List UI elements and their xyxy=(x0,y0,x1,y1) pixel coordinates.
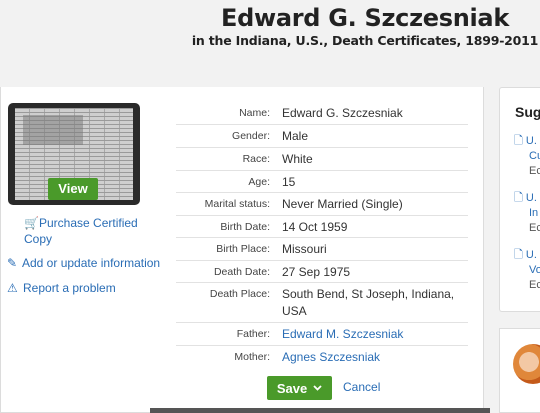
field-label: Birth Place: xyxy=(216,243,270,255)
page-title: Edward G. Szczesniak xyxy=(221,4,509,32)
field-label: Death Place: xyxy=(209,288,270,300)
suggestion-item[interactable]: 🗋 U. In Ec xyxy=(514,191,540,236)
chevron-down-icon xyxy=(313,385,322,391)
field-value: Male xyxy=(282,129,309,143)
field-label: Marital status: xyxy=(204,198,270,210)
table-row: Birth Place: Missouri xyxy=(176,238,468,261)
field-label: Race: xyxy=(242,153,270,165)
table-row: Birth Date: 14 Oct 1959 xyxy=(176,216,468,238)
field-label: Gender: xyxy=(232,130,270,142)
field-value: Edward G. Szczesniak xyxy=(282,106,403,120)
table-row: Death Place: South Bend, St Joseph, Indi… xyxy=(176,283,468,323)
save-button-label: Save xyxy=(276,380,308,396)
save-button[interactable]: Save xyxy=(267,376,332,400)
field-label: Father: xyxy=(236,328,270,340)
add-update-information-link[interactable]: Add or update information xyxy=(22,255,160,271)
field-label: Death Date: xyxy=(213,266,270,278)
field-label: Birth Date: xyxy=(220,221,270,233)
table-row: Father: Edward M. Szczesniak xyxy=(176,323,468,346)
field-value: 15 xyxy=(282,175,296,189)
field-label: Age: xyxy=(248,176,270,188)
field-value: White xyxy=(282,152,313,166)
field-value: Missouri xyxy=(282,242,327,256)
document-icon: 🗋 xyxy=(514,192,523,204)
field-value: 27 Sep 1975 xyxy=(282,265,351,279)
cancel-link[interactable]: Cancel xyxy=(343,380,380,394)
table-row: Gender: Male xyxy=(176,125,468,148)
view-button[interactable]: View xyxy=(48,178,98,200)
mother-link[interactable]: Agnes Szczesniak xyxy=(282,346,468,369)
suggestions-title: Sug xyxy=(515,104,540,120)
report-problem-link[interactable]: Report a problem xyxy=(23,280,116,296)
table-row: Mother: Agnes Szczesniak xyxy=(176,346,468,369)
field-value: 14 Oct 1959 xyxy=(282,220,348,234)
table-row: Marital status: Never Married (Single) xyxy=(176,193,468,216)
record-details-table: Name: Edward G. Szczesniak Gender: Male … xyxy=(176,102,468,369)
suggestion-item[interactable]: 🗋 U. Vo Ec xyxy=(514,248,540,293)
warning-icon: ⚠ xyxy=(7,281,18,295)
field-label: Mother: xyxy=(234,351,270,363)
table-row: Name: Edward G. Szczesniak xyxy=(176,102,468,125)
table-row: Death Date: 27 Sep 1975 xyxy=(176,261,468,283)
pencil-icon: ✎ xyxy=(7,256,18,270)
field-label: Name: xyxy=(239,107,270,119)
table-row: Age: 15 xyxy=(176,171,468,193)
document-icon: 🗋 xyxy=(514,135,523,147)
table-row: Race: White xyxy=(176,148,468,171)
page-subtitle: in the Indiana, U.S., Death Certificates… xyxy=(191,33,539,48)
document-icon: 🗋 xyxy=(514,249,523,261)
father-link[interactable]: Edward M. Szczesniak xyxy=(282,323,468,345)
suggestion-item[interactable]: 🗋 U. Cu Ec xyxy=(514,134,540,179)
page-header: Edward G. Szczesniak in the Indiana, U.S… xyxy=(0,0,540,82)
purchase-certified-copy-link[interactable]: Purchase Certified Copy xyxy=(24,215,144,247)
footer-image-strip xyxy=(150,408,490,413)
field-value: Never Married (Single) xyxy=(282,197,403,211)
document-image-detail xyxy=(23,115,83,145)
field-value: South Bend, St Joseph, Indiana, USA xyxy=(282,287,455,318)
